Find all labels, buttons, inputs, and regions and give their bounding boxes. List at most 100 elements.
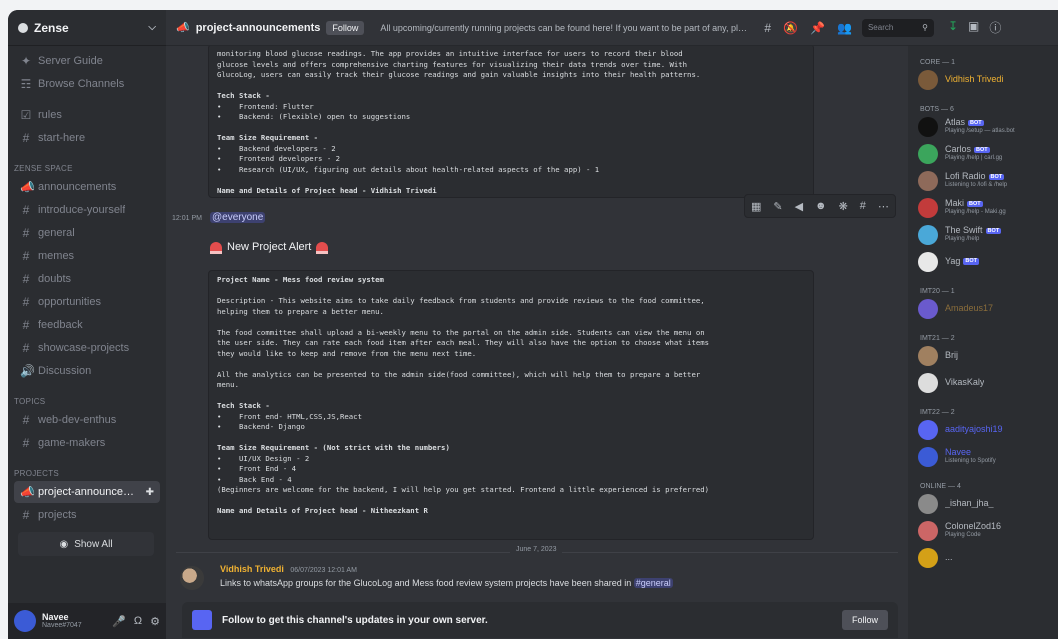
avatar[interactable] [918, 520, 938, 541]
channel-web-dev-enthus[interactable]: # web-dev-enthus [14, 409, 160, 431]
server-header[interactable]: Zense ⌵ [8, 10, 166, 46]
everyone-mention[interactable]: @everyone [210, 212, 266, 223]
member-item[interactable]: _ishan_jha_ [908, 490, 1058, 517]
channel-opportunities[interactable]: # opportunities [14, 291, 160, 313]
gear-icon[interactable]: ⚙ [150, 615, 160, 628]
avatar[interactable] [918, 372, 938, 393]
channel-game-makers[interactable]: # game-makers [14, 432, 160, 454]
add-reaction-icon[interactable]: ▦ [751, 200, 761, 213]
download-icon[interactable]: ↧ [948, 19, 958, 36]
channel-projects[interactable]: # projects [14, 504, 160, 526]
server-guide-icon: ✦ [20, 54, 32, 68]
member-name: aadityajoshi19 [945, 424, 1003, 434]
chevron-down-icon[interactable]: ⌵ [148, 22, 156, 33]
bot-badge: BOT [968, 120, 984, 127]
apps-icon[interactable]: ❋ [839, 200, 848, 213]
avatar[interactable] [918, 493, 938, 514]
reply-icon[interactable]: ◀ [795, 200, 803, 213]
avatar[interactable] [918, 547, 938, 568]
avatar[interactable] [918, 251, 938, 272]
edit-icon[interactable]: ✎ [773, 200, 782, 213]
member-name-row: Vidhish Trivedi [945, 75, 1003, 85]
member-name-row: Brij [945, 351, 958, 361]
avatar[interactable] [918, 197, 938, 218]
members-icon[interactable]: 👥 [837, 21, 852, 35]
member-item[interactable]: The Swift BOT Playing /help [908, 221, 1058, 248]
avatar[interactable] [180, 566, 204, 590]
search-input[interactable]: Search ⚲ [861, 18, 934, 37]
avatar[interactable] [918, 143, 938, 164]
member-item[interactable]: Carlos BOT Playing /help | carl.gg [908, 140, 1058, 167]
channel-discussion[interactable]: 🔊 Discussion [14, 360, 160, 382]
member-item[interactable]: VikasKaly [908, 369, 1058, 396]
category-topics[interactable]: TOPICS [8, 390, 166, 406]
member-name-row: Navee [945, 448, 996, 458]
headphones-icon[interactable]: Ω [134, 615, 142, 628]
channel-doubts[interactable]: # doubts [14, 268, 160, 290]
message-timestamp: 06/07/2023 12:01 AM [290, 567, 357, 574]
channel-showcase-projects[interactable]: # showcase-projects [14, 337, 160, 359]
member-item[interactable]: Atlas BOT Playing /setup — atlas.bot [908, 113, 1058, 140]
mute-icon[interactable]: 🎤 [112, 615, 126, 628]
thread-icon[interactable]: # [860, 200, 866, 212]
member-item[interactable]: Vidhish Trivedi [908, 66, 1058, 93]
category-projects[interactable]: PROJECTS [8, 462, 166, 478]
member-item[interactable]: Brij [908, 342, 1058, 369]
help-icon[interactable]: ⓘ [989, 19, 1001, 36]
code-line: Tech Stack - [217, 91, 270, 100]
avatar[interactable] [918, 419, 938, 440]
channel-feedback[interactable]: # feedback [14, 314, 160, 336]
threads-icon[interactable]: # [764, 21, 771, 35]
member-item[interactable]: Lofi Radio BOT Listening to /lofi & /help [908, 167, 1058, 194]
channel-start-here[interactable]: # start-here [14, 127, 160, 149]
message-author[interactable]: Vidhish Trivedi [220, 564, 284, 574]
avatar[interactable] [918, 69, 938, 90]
avatar[interactable] [918, 298, 938, 319]
more-icon[interactable]: ⋯ [878, 200, 889, 213]
pin-icon[interactable]: 📌 [810, 21, 825, 35]
channel-announcements[interactable]: 📣 announcements [14, 176, 160, 198]
emoji-icon[interactable]: ☻ [815, 200, 827, 212]
avatar[interactable] [918, 345, 938, 366]
category-label: PROJECTS [14, 469, 60, 478]
avatar[interactable] [918, 116, 938, 137]
channel-memes[interactable]: # memes [14, 245, 160, 267]
code-line: Name and Details of Project head - Vidhi… [217, 185, 437, 195]
channel-topic[interactable]: All upcoming/currently running projects … [380, 23, 750, 33]
channel-label: announcements [38, 181, 117, 193]
channel-link[interactable]: #general [633, 578, 673, 588]
show-all-button[interactable]: ◉ Show All [18, 532, 154, 556]
inbox-icon[interactable]: ▣ [968, 19, 979, 36]
member-name: Yag [945, 256, 961, 266]
hash-icon: # [22, 508, 30, 522]
notification-bell-icon[interactable]: 🔕 [783, 21, 798, 35]
avatar[interactable] [918, 170, 938, 191]
follow-header-button[interactable]: Follow [326, 20, 365, 35]
add-member-icon[interactable]: ✚ [146, 487, 154, 498]
category-zense-space[interactable]: ZENSE SPACE [8, 157, 166, 173]
channel-server-guide[interactable]: ✦ Server Guide [14, 50, 160, 72]
channel-browse-channels[interactable]: ☶ Browse Channels [14, 73, 160, 95]
member-item[interactable]: ... [908, 544, 1058, 571]
member-item[interactable]: Amadeus17 [908, 295, 1058, 322]
member-item[interactable]: aadityajoshi19 [908, 416, 1058, 443]
avatar[interactable] [918, 446, 938, 467]
avatar[interactable] [918, 224, 938, 245]
channel-general[interactable]: # general [14, 222, 160, 244]
channel-project-announcements[interactable]: 📣 project-announceme... ✚ [14, 481, 160, 503]
hash-icon: # [22, 131, 30, 145]
member-item[interactable]: Maki BOT Playing /help - Maki.gg [908, 194, 1058, 221]
member-item[interactable]: ColonelZod16 Playing Code [908, 517, 1058, 544]
hash-icon: # [22, 436, 30, 450]
avatar[interactable] [14, 610, 36, 632]
member-item[interactable]: Yag BOT [908, 248, 1058, 275]
member-item[interactable]: Navee Listening to Spotify [908, 443, 1058, 470]
channel-rules[interactable]: ☑ rules [14, 104, 160, 126]
discord-app: Zense ⌵ ✦ Server Guide ☶ Browse Channels ☑ ru… [8, 10, 1058, 639]
channel-introduce-yourself[interactable]: # introduce-yourself [14, 199, 160, 221]
channel-title: project-announcements [195, 21, 321, 34]
follow-button[interactable]: Follow [841, 610, 888, 630]
